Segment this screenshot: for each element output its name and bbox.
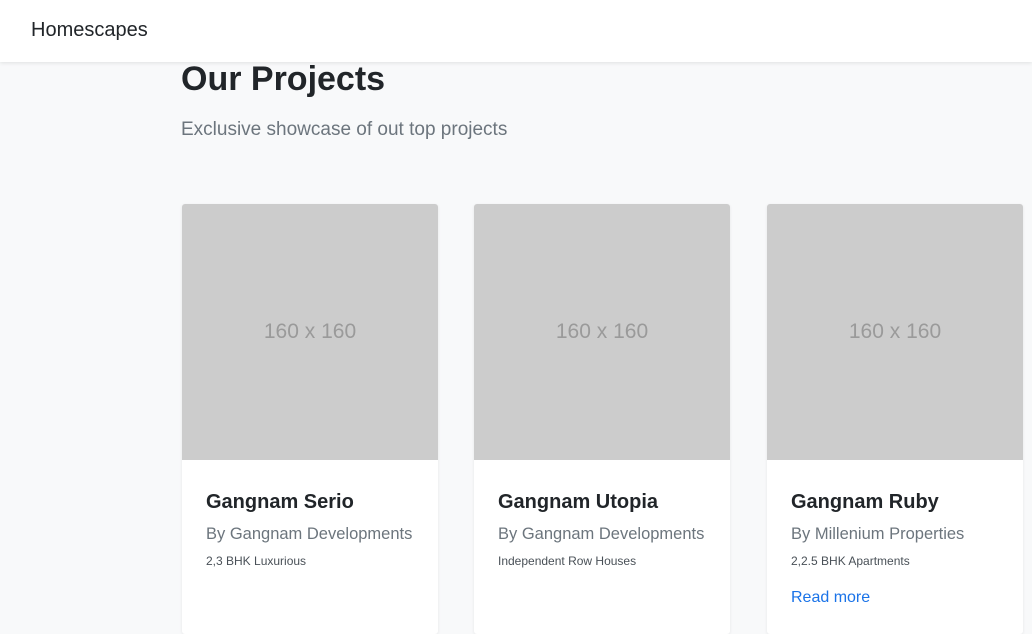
project-title: Gangnam Ruby — [791, 491, 939, 513]
image-placeholder-label: 160 x 160 — [555, 320, 649, 343]
project-developer: By Gangnam Developments — [206, 525, 413, 543]
card-body: Gangnam Serio By Gangnam Developments 2,… — [182, 460, 438, 569]
card-body: Gangnam Utopia By Gangnam Developments I… — [474, 460, 730, 569]
brand-link[interactable]: Homescapes — [31, 18, 148, 42]
project-card-serio: 160 x 160 Gangnam Serio By Gangnam Devel… — [182, 204, 438, 634]
card-body: Gangnam Ruby By Millenium Properties 2,2… — [767, 460, 1023, 609]
page-subtitle: Exclusive showcase of out top projects — [181, 119, 508, 140]
project-developer: By Gangnam Developments — [498, 525, 705, 543]
project-image-placeholder: 160 x 160 — [182, 204, 438, 460]
image-placeholder-label: 160 x 160 — [848, 320, 942, 343]
read-more-link[interactable]: Read more — [791, 587, 870, 609]
image-placeholder-label: 160 x 160 — [263, 320, 357, 343]
project-type: Independent Row Houses — [498, 554, 637, 568]
project-card-utopia: 160 x 160 Gangnam Utopia By Gangnam Deve… — [474, 204, 730, 634]
page-title: Our Projects — [181, 60, 386, 98]
project-image-placeholder: 160 x 160 — [474, 204, 730, 460]
project-card-ruby: 160 x 160 Gangnam Ruby By Millenium Prop… — [767, 204, 1023, 634]
project-title: Gangnam Serio — [206, 491, 354, 513]
project-developer: By Millenium Properties — [791, 525, 965, 543]
project-type: 2,2.5 BHK Apartments — [791, 554, 910, 568]
project-image-placeholder: 160 x 160 — [767, 204, 1023, 460]
project-type: 2,3 BHK Luxurious — [206, 554, 307, 568]
navbar: Homescapes — [0, 0, 1032, 62]
project-title: Gangnam Utopia — [498, 491, 659, 513]
